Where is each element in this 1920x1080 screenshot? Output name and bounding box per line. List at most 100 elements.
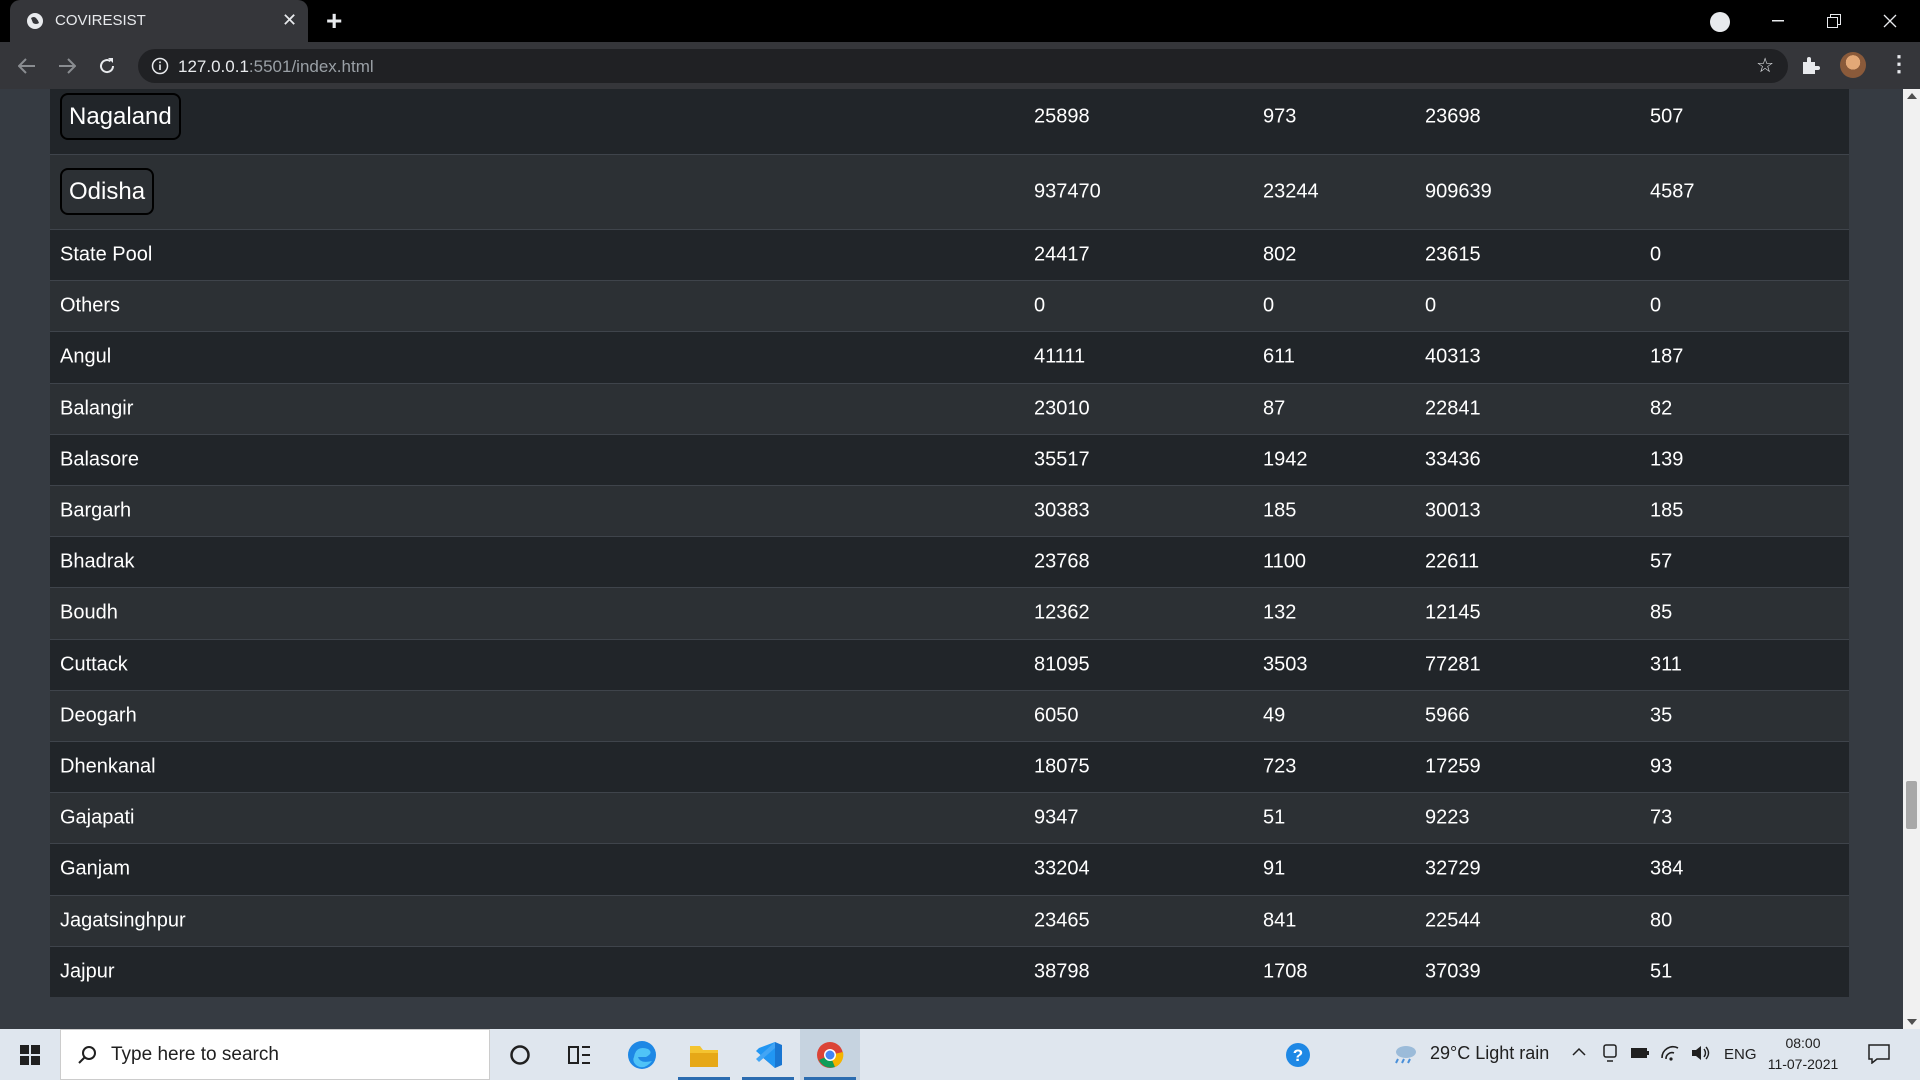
back-button[interactable] (14, 53, 40, 79)
page-viewport: Nagaland 25898 973 23698 507 Odisha 937470 2324… (0, 89, 1903, 1029)
deaths-cell: 82 (1650, 397, 1673, 420)
download-indicator-icon[interactable] (1710, 12, 1730, 32)
taskbar-search[interactable]: Type here to search (60, 1029, 490, 1080)
deaths-cell: 73 (1650, 806, 1673, 829)
language-indicator[interactable]: ENG (1724, 1046, 1757, 1063)
recovered-cell: 17259 (1425, 755, 1481, 778)
table-row: Odisha 937470 23244 909639 4587 (50, 154, 1849, 229)
total-cases-cell: 81095 (1034, 653, 1090, 676)
region-name-cell: Jajpur (60, 960, 115, 983)
scroll-up-arrow-icon[interactable] (1907, 93, 1917, 99)
browser-tab[interactable]: COVIRESIST ✕ (10, 0, 308, 42)
region-name-cell: Jagatsinghpur (60, 909, 186, 932)
scroll-down-arrow-icon[interactable] (1907, 1019, 1917, 1025)
deaths-cell: 57 (1650, 550, 1673, 573)
active-cases-cell: 802 (1263, 243, 1297, 266)
active-cases-cell: 1942 (1263, 448, 1308, 471)
table-row: Dhenkanal 18075 723 17259 93 (50, 741, 1849, 793)
table-row: Gajapati 9347 51 9223 73 (50, 792, 1849, 844)
active-cases-cell: 87 (1263, 397, 1286, 420)
url-text: 127.0.0.1:5501/index.html (178, 57, 374, 77)
edge-taskbar-app[interactable] (612, 1029, 672, 1080)
recovered-cell: 37039 (1425, 960, 1481, 983)
bookmark-star-icon[interactable]: ☆ (1756, 56, 1774, 76)
help-question-icon: ? (1286, 1042, 1310, 1067)
scrollbar-thumb[interactable] (1906, 781, 1917, 829)
reload-button[interactable] (94, 53, 120, 79)
extensions-puzzle-icon[interactable] (1800, 54, 1822, 76)
total-cases-cell: 25898 (1034, 105, 1090, 128)
url-path: :5501/index.html (248, 57, 374, 76)
table-row: Ganjam 33204 91 32729 384 (50, 843, 1849, 895)
recovered-cell: 22841 (1425, 397, 1481, 420)
start-button[interactable] (0, 1029, 60, 1080)
table-row: Jagatsinghpur 23465 841 22544 80 (50, 894, 1849, 946)
help-tray-button[interactable]: ? (1268, 1029, 1328, 1080)
restore-button[interactable] (1806, 0, 1862, 42)
clock-time: 08:00 (1785, 1035, 1821, 1051)
table-row: Jajpur 38798 1708 37039 51 (50, 945, 1849, 997)
address-bar[interactable]: 127.0.0.1:5501/index.html ☆ (138, 49, 1788, 83)
state-button[interactable]: Odisha (60, 168, 155, 215)
system-clock[interactable]: 08:00 11-07-2021 (1762, 1033, 1844, 1075)
browser-menu-icon[interactable]: ⋮ (1888, 52, 1910, 76)
chrome-icon (817, 1041, 844, 1068)
weather-rain-icon[interactable] (1392, 1043, 1418, 1065)
forward-button[interactable] (54, 53, 80, 79)
cortana-circle-icon (510, 1044, 530, 1065)
active-cases-cell: 1708 (1263, 960, 1308, 983)
page-scrollbar[interactable] (1903, 89, 1920, 1029)
region-name-cell: Balasore (60, 448, 139, 471)
region-name-cell[interactable]: Nagaland (60, 93, 181, 140)
svg-text:?: ? (1293, 1046, 1303, 1065)
deaths-cell: 311 (1650, 653, 1682, 676)
windows-taskbar: Type here to search ? 29°C Light rain EN… (0, 1029, 1920, 1080)
table-row: Boudh 12362 132 12145 85 (50, 587, 1849, 639)
url-host: 127.0.0.1 (178, 57, 249, 76)
chrome-taskbar-app[interactable] (800, 1029, 860, 1080)
close-window-button[interactable] (1862, 0, 1918, 42)
wifi-icon[interactable] (1660, 1044, 1680, 1062)
region-name-cell: Bargarh (60, 499, 132, 522)
total-cases-cell: 23465 (1034, 909, 1090, 932)
table-row: Bargarh 30383 185 30013 185 (50, 485, 1849, 537)
vscode-taskbar-app[interactable] (738, 1029, 798, 1080)
active-cases-cell: 973 (1263, 105, 1297, 128)
notifications-icon[interactable] (1868, 1044, 1890, 1064)
recovered-cell: 30013 (1425, 499, 1481, 522)
file-explorer-taskbar-app[interactable] (674, 1029, 734, 1080)
profile-avatar[interactable] (1840, 52, 1866, 78)
minimize-button[interactable] (1750, 0, 1806, 42)
region-name-cell: Deogarh (60, 704, 137, 727)
show-hidden-icons-chevron-icon[interactable] (1572, 1047, 1586, 1057)
total-cases-cell: 6050 (1034, 704, 1079, 727)
close-tab-icon[interactable]: ✕ (282, 10, 297, 30)
search-placeholder: Type here to search (111, 1044, 279, 1065)
total-cases-cell: 33204 (1034, 857, 1090, 880)
total-cases-cell: 18075 (1034, 755, 1090, 778)
total-cases-cell: 30383 (1034, 499, 1090, 522)
region-name-cell[interactable]: Odisha (60, 168, 155, 215)
cortana-button[interactable] (490, 1029, 550, 1080)
battery-icon[interactable] (1630, 1047, 1650, 1059)
state-button[interactable]: Nagaland (60, 93, 181, 140)
deaths-cell: 4587 (1650, 180, 1695, 203)
volume-icon[interactable] (1690, 1044, 1712, 1062)
total-cases-cell: 937470 (1034, 180, 1101, 203)
table-row: Cuttack 81095 3503 77281 311 (50, 638, 1849, 690)
globe-icon (27, 13, 43, 29)
region-name-cell: Others (60, 294, 121, 317)
new-tab-button[interactable]: + (326, 7, 342, 35)
region-name-cell: Dhenkanal (60, 755, 156, 778)
windows-logo-icon (20, 1044, 40, 1065)
recovered-cell: 9223 (1425, 806, 1470, 829)
active-cases-cell: 723 (1263, 755, 1297, 778)
total-cases-cell: 0 (1034, 294, 1046, 317)
task-view-icon (568, 1045, 590, 1064)
task-view-button[interactable] (550, 1029, 610, 1080)
table-row: Bhadrak 23768 1100 22611 57 (50, 536, 1849, 588)
weather-text[interactable]: 29°C Light rain (1430, 1043, 1549, 1064)
info-icon[interactable] (151, 57, 169, 75)
table-row: Others 0 0 0 0 (50, 280, 1849, 332)
device-icon[interactable] (1602, 1044, 1618, 1062)
